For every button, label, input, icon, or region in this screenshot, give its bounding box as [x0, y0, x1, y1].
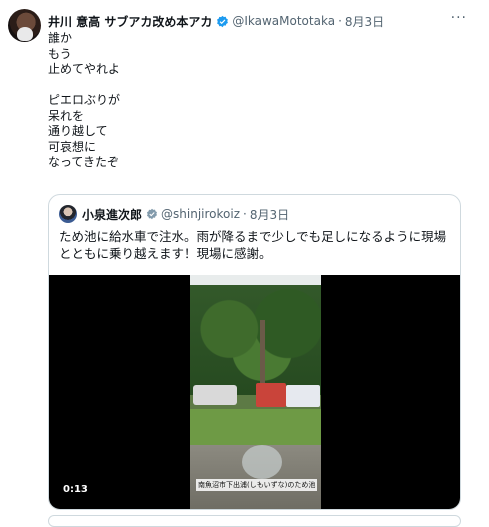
tweet-line: 止めてやれよ — [48, 62, 121, 76]
video-tank-truck — [193, 385, 237, 405]
quoted-tweet-text: ため池に給水車で注水。雨が降るまで少しでも足しになるように現場とともに乗り越えま… — [59, 229, 447, 261]
avatar[interactable] — [8, 9, 41, 42]
timestamp-link[interactable]: 8月3日 — [345, 13, 384, 30]
next-card-edge — [48, 515, 461, 527]
quoted-display-name[interactable]: 小泉進次郎 — [82, 206, 142, 223]
video-tree-trunk — [260, 320, 265, 390]
government-badge-icon — [147, 208, 158, 220]
quoted-timestamp[interactable]: 8月3日 — [250, 206, 289, 223]
quoted-handle[interactable]: @shinjirokoiz — [161, 207, 240, 221]
video-player[interactable]: 南魚沼市下出浦(しもいずな)のため池 0:13 — [49, 275, 460, 509]
video-trees — [190, 285, 321, 395]
tweet[interactable]: 井川 意高 サブアカ改め本アカ @IkawaMototaka · 8月3日 ··… — [0, 0, 489, 527]
video-water-truck — [286, 385, 320, 407]
more-icon[interactable]: ··· — [451, 10, 467, 26]
video-red-truck — [256, 383, 286, 407]
tweet-line: 可哀想に — [48, 139, 97, 154]
separator-dot: · — [338, 14, 342, 28]
tweet-line: ピエロぶりが — [48, 93, 121, 107]
quoted-tweet[interactable]: 小泉進次郎 @shinjirokoiz · 8月3日 ため池に給水車で注水。雨が… — [48, 194, 461, 510]
tweet-line: 呆れを — [48, 108, 85, 123]
tweet-line: なってきたぞ — [48, 155, 120, 169]
handle[interactable]: @IkawaMototaka — [232, 14, 335, 28]
video-frame[interactable]: 南魚沼市下出浦(しもいずな)のため池 — [190, 275, 321, 509]
verified-badge-icon — [217, 15, 229, 27]
tweet-text: 誰か もう 止めてやれよ ピエロぶりが 呆れを 通り越して 可哀想に なってきた… — [48, 31, 120, 171]
tweet-header: 井川 意高 サブアカ改め本アカ @IkawaMototaka · 8月3日 — [48, 12, 384, 30]
tweet-line: 通り越して — [48, 124, 108, 138]
quoted-separator-dot: · — [243, 207, 247, 221]
tweet-line: 誰か — [48, 31, 73, 45]
video-grass — [190, 409, 321, 445]
quoted-tweet-header: 小泉進次郎 @shinjirokoiz · 8月3日 — [59, 205, 289, 223]
video-caption: 南魚沼市下出浦(しもいずな)のため池 — [196, 479, 318, 491]
tweet-line: もう — [48, 46, 72, 61]
video-water — [242, 445, 282, 479]
quoted-avatar[interactable] — [59, 205, 77, 223]
display-name[interactable]: 井川 意高 サブアカ改め本アカ — [48, 13, 212, 30]
tweet-line — [48, 78, 120, 94]
video-timestamp: 0:13 — [63, 484, 88, 495]
